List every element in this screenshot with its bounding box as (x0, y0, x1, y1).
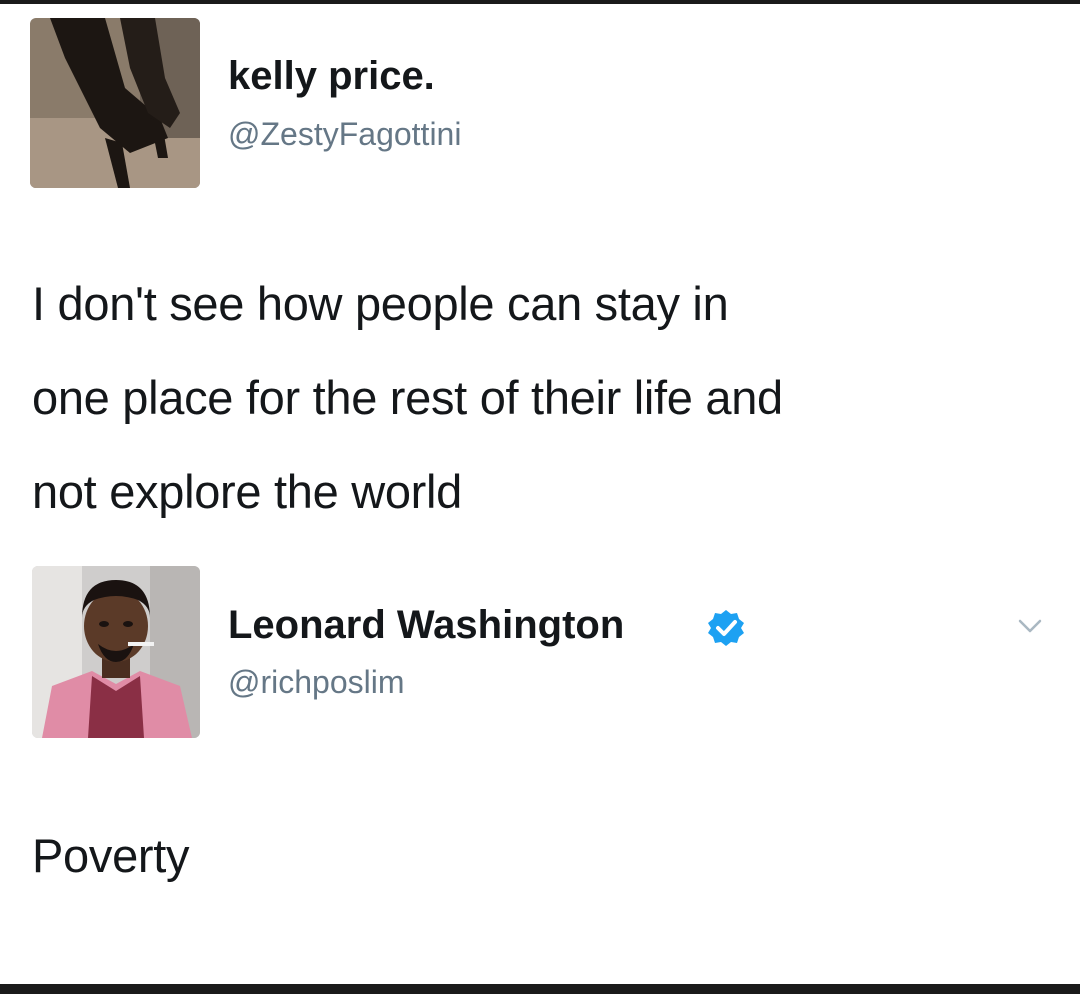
verified-badge-icon (706, 608, 746, 648)
tweet-text-line: I don't see how people can stay in (32, 277, 729, 330)
chevron-down-icon[interactable] (1012, 608, 1048, 644)
tweet-text-line: Poverty (32, 829, 190, 882)
tweet-text-line: not explore the world (32, 465, 463, 518)
tweet-text: Poverty (32, 809, 1062, 903)
screenshot-frame: kelly price. @ZestyFagottini I don't see… (0, 4, 1080, 984)
tweet-text-line: one place for the rest of their life and (32, 371, 783, 424)
author-handle[interactable]: @ZestyFagottini (228, 116, 461, 153)
author-name[interactable]: kelly price. (228, 54, 435, 99)
tweet-text: I don't see how people can stay in one p… (32, 257, 1062, 539)
author-handle[interactable]: @richposlim (228, 664, 405, 701)
author-name[interactable]: Leonard Washington (228, 603, 624, 648)
boots-photo-icon[interactable] (30, 18, 200, 188)
man-pink-suit-photo-icon[interactable] (32, 566, 200, 738)
